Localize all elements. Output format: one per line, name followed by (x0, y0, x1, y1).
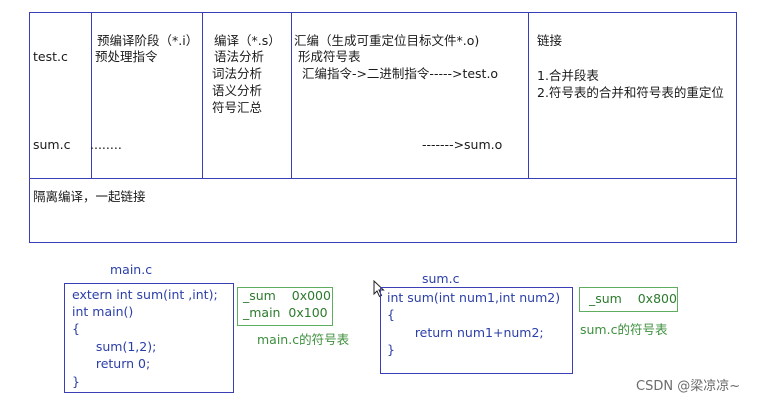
compile-step-semantic: 语义分析 (212, 83, 263, 98)
assemble-sum-output: ------->sum.o (422, 137, 503, 152)
preprocess-header: 预编译阶段（*.i） (97, 33, 199, 48)
watermark: CSDN @梁凉凉~ (636, 379, 741, 394)
main-c-code-line-2: int main() (72, 304, 134, 319)
sum-c-code-line-2: { (387, 307, 395, 322)
compile-step-lexical: 词法分析 (212, 66, 263, 81)
main-c-symbol-main: _main 0x100 (243, 305, 328, 320)
main-c-code-line-3: { (72, 321, 80, 336)
main-c-code-line-6: } (72, 374, 80, 389)
link-header: 链接 (537, 33, 563, 48)
link-step-merge-sections: 1.合并段表 (537, 68, 599, 83)
main-c-symbol-caption: main.c的符号表 (257, 332, 350, 347)
preprocess-desc: 预处理指令 (95, 49, 158, 64)
main-c-code-line-1: extern int sum(int ,int); (72, 287, 218, 302)
preprocess-sum-dots: ........ (90, 137, 122, 152)
compile-step-syntax: 语法分析 (210, 49, 264, 64)
row-label-test-c: test.c (33, 49, 68, 64)
sum-c-symbol-sum: _sum 0x800 (585, 291, 677, 306)
table-footer-note: 隔离编译，一起链接 (33, 189, 146, 204)
table-col-divider-4 (528, 12, 529, 178)
sum-c-code-line-1: int sum(int num1,int num2) (387, 290, 561, 305)
sum-c-code-line-4: } (387, 342, 395, 357)
sum-c-code-line-3: return num1+num2; (387, 325, 544, 340)
table-col-divider-1 (91, 12, 92, 178)
table-col-divider-3 (291, 12, 292, 178)
table-col-divider-2 (202, 12, 203, 178)
compile-step-symbols: 符号汇总 (212, 100, 263, 115)
link-step-symbol-reloc: 2.符号表的合并和符号表的重定位 (537, 85, 724, 100)
table-row-divider (29, 178, 737, 179)
sum-c-symbol-caption: sum.c的符号表 (580, 322, 668, 337)
main-c-symbol-sum: _sum 0x000 (243, 288, 331, 303)
main-c-title: main.c (110, 262, 153, 277)
assemble-step-symtab: 形成符号表 (294, 49, 361, 64)
sum-c-title: sum.c (422, 271, 460, 286)
assemble-step-binary: 汇编指令->二进制指令----->test.o (294, 66, 499, 81)
assemble-header: 汇编（生成可重定位目标文件*.o) (294, 33, 480, 48)
main-c-code-line-4: sum(1,2); (72, 339, 157, 354)
main-c-code-line-5: return 0; (72, 356, 151, 371)
row-label-sum-c: sum.c (33, 137, 71, 152)
compile-header: 编译（*.s） (214, 33, 281, 48)
